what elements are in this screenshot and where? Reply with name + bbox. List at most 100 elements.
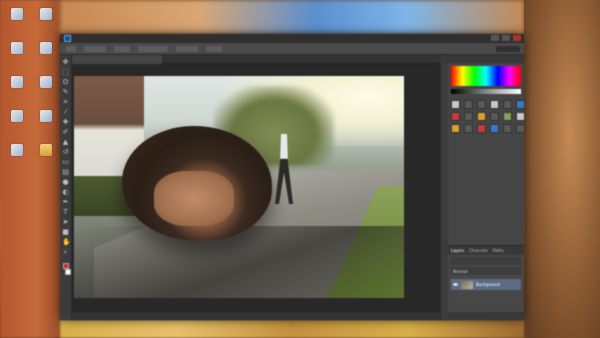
layer-row[interactable]: Background (451, 279, 521, 290)
collapsed-panel-strip (440, 64, 448, 320)
layer-filter-row[interactable] (451, 257, 521, 265)
path-select-tool-icon[interactable]: ➤ (62, 219, 69, 226)
brightness-contrast-icon[interactable] (451, 100, 460, 109)
photo-face (154, 171, 234, 226)
desktop-icon[interactable] (31, 8, 60, 34)
hue-saturation-icon[interactable] (516, 100, 525, 109)
blur-tool-icon[interactable]: ● (62, 179, 69, 186)
tab-paths[interactable]: Paths (493, 248, 504, 253)
healing-tool-icon[interactable]: ✚ (62, 119, 69, 126)
layer-name: Background (476, 282, 500, 287)
document-tab[interactable] (72, 55, 162, 64)
desktop-icon[interactable] (2, 8, 31, 34)
option-control[interactable] (206, 45, 222, 52)
desktop-icon[interactable] (2, 110, 31, 136)
desktop-wallpaper-right (524, 0, 600, 338)
shape-tool-icon[interactable]: ■ (62, 229, 69, 236)
adjustment-icon[interactable] (503, 124, 512, 133)
stamp-tool-icon[interactable]: ▲ (62, 139, 69, 146)
color-spectrum-bar[interactable] (451, 89, 521, 94)
vibrance-icon[interactable] (503, 100, 512, 109)
tab-channels[interactable]: Channels (469, 248, 488, 253)
pen-tool-icon[interactable]: ✒ (62, 199, 69, 206)
dodge-tool-icon[interactable]: ◐ (62, 189, 69, 196)
marquee-tool-icon[interactable]: ⬚ (62, 69, 69, 76)
selective-color-icon[interactable] (490, 124, 499, 133)
layers-panel: Layers Channels Paths Normal Background (448, 245, 524, 320)
desktop-icon[interactable] (2, 42, 31, 68)
hand-tool-icon[interactable]: ✋ (62, 239, 71, 246)
desktop-icon[interactable] (2, 144, 31, 170)
option-control[interactable] (84, 45, 106, 52)
desktop-icon[interactable] (31, 42, 60, 68)
app-icon (39, 76, 52, 88)
lasso-tool-icon[interactable]: ʘ (62, 79, 69, 86)
posterize-icon[interactable] (451, 124, 460, 133)
tools-panel: ✥ ⬚ ʘ ✎ ⌗ ⁄ ✚ ✐ ▲ ↺ ▭ ▤ ● ◐ ✒ T ➤ ■ ✋ ⌕ (60, 55, 72, 320)
minimize-button[interactable] (491, 35, 499, 41)
crop-tool-icon[interactable]: ⌗ (62, 99, 69, 106)
photo-shadow (74, 226, 404, 298)
threshold-icon[interactable] (464, 124, 473, 133)
color-picker-field[interactable] (451, 66, 521, 86)
window-controls (491, 35, 521, 41)
layer-thumbnail (461, 280, 473, 289)
status-bar (72, 312, 440, 320)
app-icon (39, 42, 52, 54)
photoshop-logo-icon (64, 35, 71, 42)
color-balance-icon[interactable] (451, 112, 460, 121)
gradient-map-icon[interactable] (477, 124, 486, 133)
brush-tool-icon[interactable]: ✐ (62, 129, 69, 136)
app-icon (10, 144, 23, 156)
eyedropper-tool-icon[interactable]: ⁄ (62, 109, 69, 116)
exposure-icon[interactable] (490, 100, 499, 109)
workspace-selector[interactable] (496, 46, 520, 52)
history-brush-tool-icon[interactable]: ↺ (62, 149, 69, 156)
color-lookup-icon[interactable] (503, 112, 512, 121)
maximize-button[interactable] (502, 35, 510, 41)
app-icon (10, 110, 23, 122)
black-white-icon[interactable] (464, 112, 473, 121)
tab-layers[interactable]: Layers (451, 248, 464, 253)
desktop-folder-icon[interactable] (31, 144, 60, 170)
blend-mode-select[interactable]: Normal (453, 269, 467, 274)
move-tool-icon[interactable]: ✥ (62, 59, 69, 66)
adjustment-icon[interactable] (516, 124, 525, 133)
app-icon (10, 8, 23, 20)
taskbar-area (60, 320, 524, 338)
desktop-icon[interactable] (31, 76, 60, 102)
eraser-tool-icon[interactable]: ▭ (62, 159, 69, 166)
quick-select-tool-icon[interactable]: ✎ (62, 89, 69, 96)
app-icon (10, 76, 23, 88)
right-panel-dock: Layers Channels Paths Normal Background (448, 55, 525, 320)
desktop-wallpaper-top (60, 0, 524, 34)
desktop-icon[interactable] (31, 110, 60, 136)
blend-mode-row[interactable]: Normal (451, 267, 521, 275)
channel-mixer-icon[interactable] (490, 112, 499, 121)
levels-icon[interactable] (464, 100, 473, 109)
menu-bar (60, 34, 524, 43)
option-control[interactable] (138, 45, 168, 52)
desktop-icon-grid (2, 8, 60, 170)
adjustments-panel (451, 100, 525, 133)
tool-preset-picker[interactable] (66, 45, 76, 52)
layers-panel-tabs: Layers Channels Paths (448, 246, 524, 255)
status-text (72, 312, 440, 316)
gradient-tool-icon[interactable]: ▤ (62, 169, 69, 176)
invert-icon[interactable] (516, 112, 525, 121)
close-button[interactable] (513, 35, 521, 41)
options-bar (60, 43, 524, 55)
zoom-tool-icon[interactable]: ⌕ (62, 249, 69, 256)
document-image (74, 76, 404, 298)
curves-icon[interactable] (477, 100, 486, 109)
canvas-area[interactable] (72, 64, 440, 320)
desktop-icon[interactable] (2, 76, 31, 102)
visibility-eye-icon[interactable] (453, 283, 458, 286)
option-control[interactable] (114, 45, 130, 52)
option-control[interactable] (176, 45, 198, 52)
folder-icon (39, 144, 52, 156)
app-icon (10, 42, 23, 54)
background-color-swatch[interactable] (64, 269, 71, 275)
photo-filter-icon[interactable] (477, 112, 486, 121)
type-tool-icon[interactable]: T (62, 209, 69, 216)
